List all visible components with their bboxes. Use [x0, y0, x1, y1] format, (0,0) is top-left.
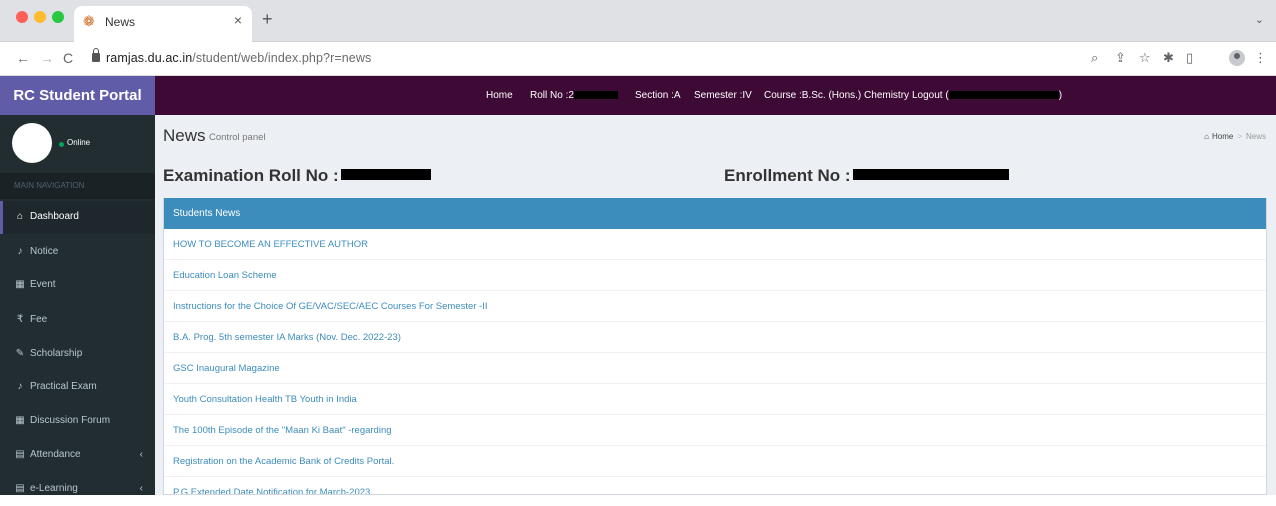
calendar-icon: ▦	[15, 279, 25, 290]
sidebar-item-attendance[interactable]: ▤ Attendance ‹	[0, 439, 155, 472]
browser-toolbar: ← → C ramjas.du.ac.in/student/web/index.…	[0, 42, 1276, 76]
news-item: B.A. Prog. 5th semester IA Marks (Nov. D…	[164, 322, 1266, 353]
redacted-roll-no	[573, 91, 618, 99]
sidebar-item-scholarship[interactable]: ✎ Scholarship	[0, 338, 155, 371]
window-close-button[interactable]	[16, 11, 28, 23]
nav-course[interactable]: Course :B.Sc. (Hons.) Chemistry	[764, 90, 909, 101]
forward-arrow-icon[interactable]: →	[40, 50, 54, 66]
students-news-header: Students News	[164, 198, 1266, 229]
examination-roll-no: Examination Roll No :	[163, 166, 431, 186]
news-link[interactable]: Registration on the Academic Bank of Cre…	[173, 456, 394, 467]
back-arrow-icon[interactable]: ←	[16, 50, 30, 66]
news-link[interactable]: Instructions for the Choice Of GE/VAC/SE…	[173, 301, 487, 312]
nav-semester[interactable]: Semester :IV	[694, 90, 752, 101]
nav-section[interactable]: Section :A	[635, 90, 681, 101]
content-area: News Control panel ⌂ Home > News Examinatio…	[155, 115, 1276, 495]
news-item: Education Loan Scheme	[164, 260, 1266, 291]
news-link[interactable]: Education Loan Scheme	[173, 270, 277, 281]
bell-icon: ♪	[17, 381, 23, 392]
tab-close-icon[interactable]: ×	[234, 13, 242, 27]
nav-home-link[interactable]: Home	[486, 90, 513, 101]
address-bar-url[interactable]: ramjas.du.ac.in/student/web/index.php?r=…	[106, 51, 371, 65]
sidebar-item-e-learning[interactable]: ▤ e-Learning ‹	[0, 473, 155, 506]
new-tab-icon[interactable]: +	[262, 10, 273, 28]
redacted-exam-roll-no	[340, 169, 431, 180]
zoom-search-icon[interactable]: ⌕	[1091, 50, 1098, 66]
share-icon[interactable]: ⇪	[1115, 50, 1126, 66]
breadcrumb-home-link[interactable]: Home	[1212, 132, 1233, 141]
tab-title: News	[105, 15, 136, 29]
sidebar-item-fee[interactable]: ₹ Fee	[0, 304, 155, 337]
breadcrumb: ⌂ Home > News	[1204, 132, 1266, 141]
sidebar-item-discussion-forum[interactable]: ▦ Discussion Forum	[0, 405, 155, 438]
college-favicon-icon: ❁	[83, 13, 95, 29]
page-title: News	[163, 126, 206, 145]
news-link[interactable]: P.G Extended Date Notification for March…	[173, 487, 370, 494]
reload-icon[interactable]: C	[63, 50, 73, 66]
book-icon: ▤	[15, 449, 25, 460]
tab-search-chevron-icon[interactable]: ⌄	[1255, 13, 1264, 26]
user-panel: Online	[0, 115, 155, 173]
enrollment-no: Enrollment No :	[724, 166, 1009, 186]
news-item: GSC Inaugural Magazine	[164, 353, 1266, 384]
news-link[interactable]: The 100th Episode of the "Maan Ki Baat" …	[173, 425, 392, 436]
side-panel-icon[interactable]: ▯	[1186, 50, 1193, 66]
dashboard-icon: ⌂	[16, 211, 24, 222]
breadcrumb-current: News	[1245, 132, 1266, 141]
news-item: P.G Extended Date Notification for March…	[164, 477, 1266, 494]
sidebar-item-practical-exam[interactable]: ♪ Practical Exam	[0, 371, 155, 404]
wrench-icon: ✎	[15, 348, 25, 359]
chevron-left-icon: ‹	[139, 449, 143, 460]
news-item: The 100th Episode of the "Maan Ki Baat" …	[164, 415, 1266, 446]
breadcrumb-separator: >	[1237, 132, 1242, 141]
top-navbar: Home Roll No :2 Section :A Semester :IV …	[155, 76, 1276, 115]
window-minimize-button[interactable]	[34, 11, 46, 23]
sidebar-nav-header: MAIN NAVIGATION	[0, 173, 155, 199]
browser-tabstrip: ❁ News × + ⌄	[0, 0, 1276, 42]
news-item: HOW TO BECOME AN EFFECTIVE AUTHOR	[164, 229, 1266, 260]
home-icon: ⌂	[1204, 132, 1209, 141]
browser-menu-icon[interactable]: ⋮	[1254, 50, 1267, 66]
sidebar-item-event[interactable]: ▦ Event	[0, 269, 155, 302]
news-link[interactable]: B.A. Prog. 5th semester IA Marks (Nov. D…	[173, 332, 401, 343]
browser-tab-news[interactable]: ❁ News ×	[74, 6, 252, 42]
news-item: Youth Consultation Health TB Youth in In…	[164, 384, 1266, 415]
extensions-puzzle-icon[interactable]: ✱	[1163, 50, 1174, 66]
rupee-icon: ₹	[16, 314, 24, 325]
students-news-box: Students News HOW TO BECOME AN EFFECTIVE…	[163, 198, 1267, 495]
page-subtitle: Control panel	[209, 132, 266, 143]
sidebar-item-notice[interactable]: ♪ Notice	[0, 236, 155, 269]
window-maximize-button[interactable]	[52, 11, 64, 23]
online-status-icon	[59, 142, 64, 147]
calendar-icon: ▦	[15, 415, 25, 426]
redacted-enrollment-no	[852, 169, 1009, 180]
online-status-label: Online	[67, 138, 91, 147]
sidebar-item-dashboard[interactable]: ⌂ Dashboard	[0, 201, 155, 234]
portal-logo[interactable]: RC Student Portal	[0, 76, 155, 115]
profile-avatar-icon[interactable]	[1229, 50, 1245, 66]
chevron-left-icon: ‹	[139, 483, 143, 494]
user-avatar	[12, 123, 52, 163]
bookmark-star-icon[interactable]: ☆	[1139, 50, 1151, 66]
news-item: Registration on the Academic Bank of Cre…	[164, 446, 1266, 477]
lock-icon[interactable]	[92, 48, 100, 62]
sidebar: Online MAIN NAVIGATION ⌂ Dashboard ♪ Not…	[0, 115, 155, 495]
news-item: Instructions for the Choice Of GE/VAC/SE…	[164, 291, 1266, 322]
bell-icon: ♪	[17, 246, 23, 257]
book-icon: ▤	[15, 483, 25, 494]
nav-roll-no[interactable]: Roll No :2	[530, 90, 618, 101]
news-link[interactable]: Youth Consultation Health TB Youth in In…	[173, 394, 357, 405]
redacted-username	[948, 91, 1059, 99]
news-link[interactable]: HOW TO BECOME AN EFFECTIVE AUTHOR	[173, 239, 368, 250]
nav-logout-link[interactable]: Logout ()	[912, 90, 1062, 101]
news-link[interactable]: GSC Inaugural Magazine	[173, 363, 280, 374]
